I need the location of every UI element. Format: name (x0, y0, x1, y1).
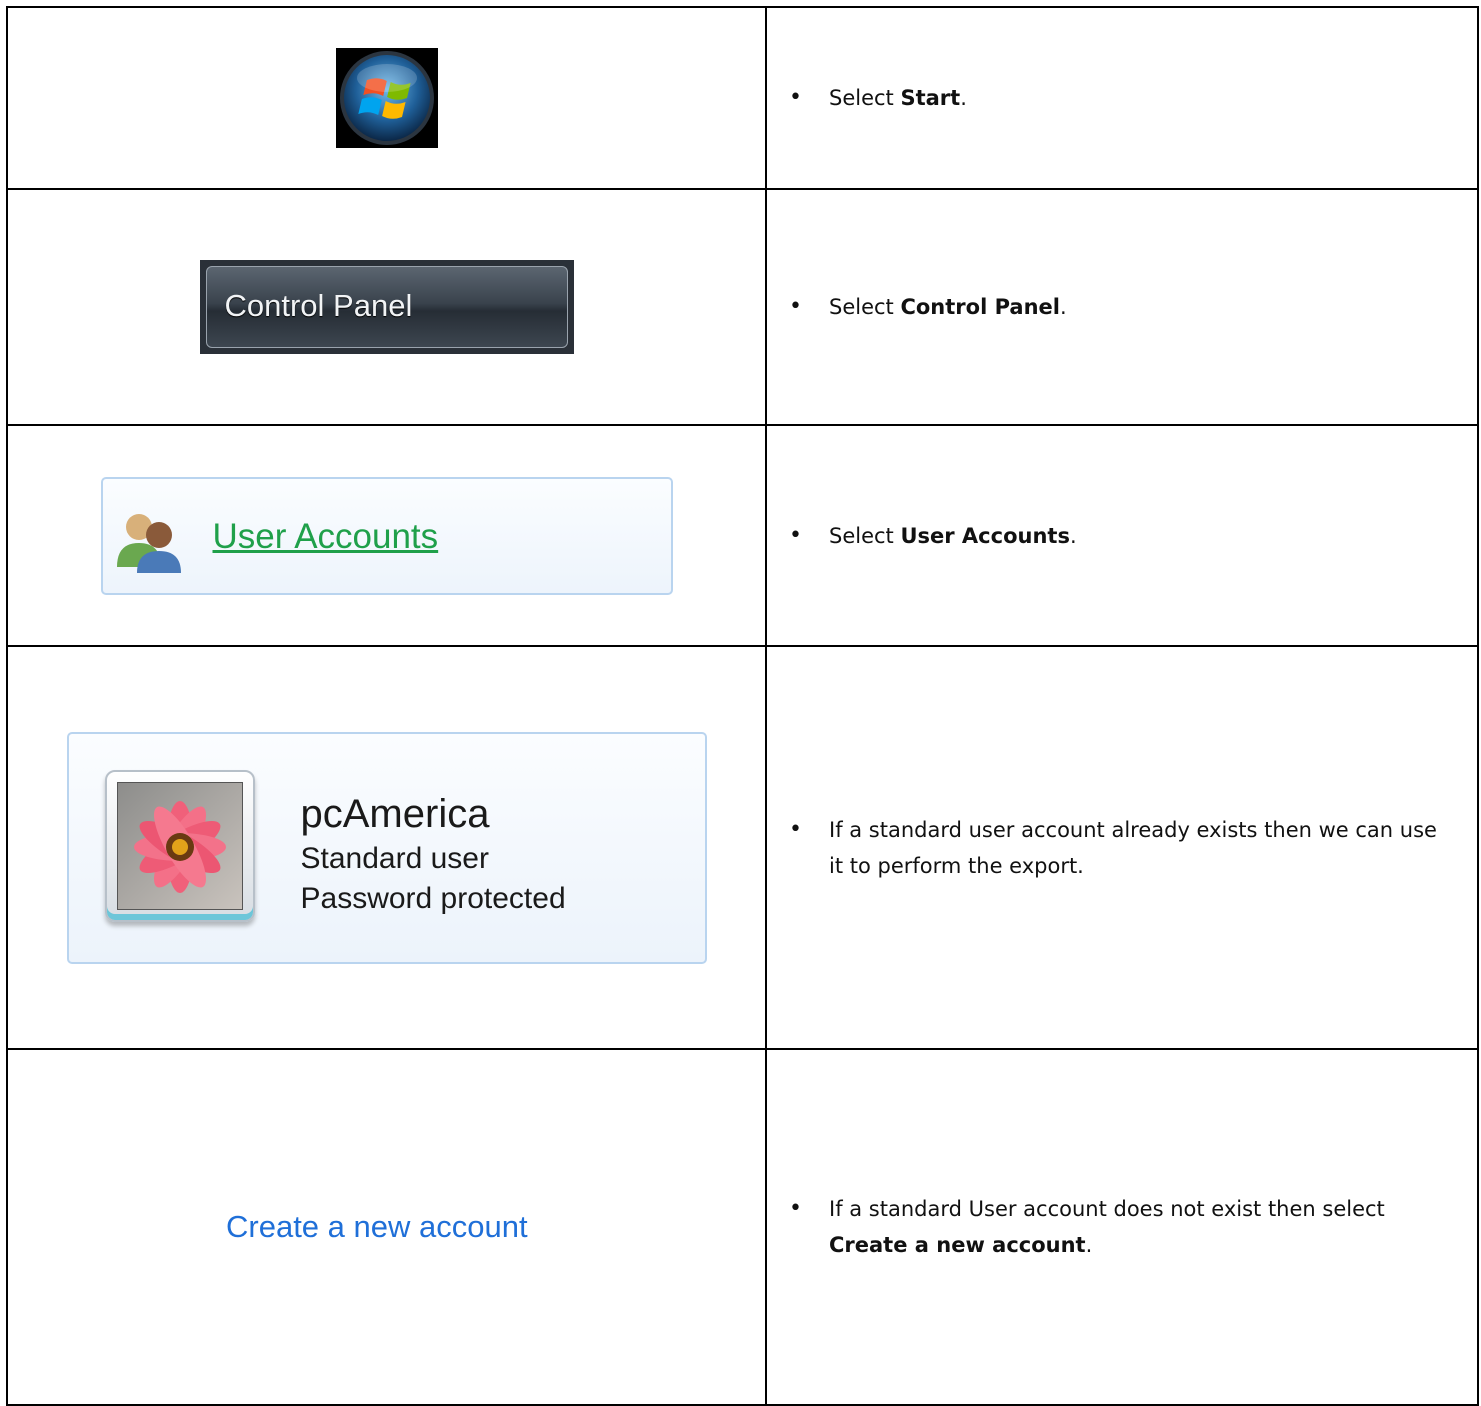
instruction-suffix: . (1059, 295, 1067, 319)
instruction-text: Select (829, 295, 901, 319)
instruction-list: • If a standard user account already exi… (767, 812, 1477, 884)
windows-start-orb-icon (339, 51, 434, 145)
account-type: Standard user (300, 841, 489, 875)
account-tile[interactable]: pcAmerica Standard user Password protect… (66, 731, 707, 964)
instruction-list: • Select Control Panel. (767, 289, 1477, 325)
image-cell: Control Panel (6, 188, 767, 426)
table-row: • Select Start. (6, 6, 1479, 190)
instruction-item: • Select Control Panel. (789, 289, 1447, 325)
bullet: • (789, 816, 802, 842)
image-cell (6, 6, 767, 190)
instruction-text: Select (829, 523, 901, 548)
instruction-bold: Create a new account (829, 1233, 1086, 1257)
create-new-account-link[interactable]: Create a new account (226, 1209, 528, 1245)
table-row: User Accounts • Select User Accounts. (6, 424, 1479, 647)
instruction-cell: • Select Control Panel. (765, 188, 1479, 426)
instruction-item: • If a standard user account already exi… (789, 812, 1447, 884)
bullet: • (789, 1196, 802, 1221)
user-accounts-icon (116, 513, 181, 573)
table-row: pcAmerica Standard user Password protect… (6, 645, 1479, 1050)
start-button[interactable] (335, 48, 438, 148)
control-panel-label: Control Panel (205, 266, 568, 348)
user-accounts-link[interactable]: User Accounts (213, 517, 439, 557)
user-accounts-tile[interactable]: User Accounts (100, 476, 673, 595)
bullet: • (789, 294, 802, 319)
account-status: Password protected (300, 881, 566, 915)
table-row: Control Panel • Select Control Panel. (6, 188, 1479, 426)
bullet: • (789, 522, 802, 548)
instruction-suffix: . (960, 86, 967, 110)
instructions-table: • Select Start. Control Panel • Select C… (6, 6, 1479, 1406)
instruction-text: If a standard User account does not exis… (829, 1197, 1385, 1221)
flower-avatar-icon (133, 800, 226, 893)
instruction-item: • If a standard User account does not ex… (789, 1191, 1447, 1263)
instruction-suffix: . (1069, 523, 1077, 548)
account-picture-frame (104, 769, 255, 922)
instruction-bold: Start (900, 86, 961, 110)
instruction-cell: • Select User Accounts. (765, 424, 1479, 647)
instruction-item: • Select User Accounts. (789, 518, 1447, 554)
instruction-list: • Select Start. (767, 80, 1477, 116)
bullet: • (789, 85, 802, 110)
image-cell: pcAmerica Standard user Password protect… (6, 645, 767, 1050)
instruction-list: • Select User Accounts. (767, 518, 1477, 554)
instruction-bold: Control Panel (900, 295, 1060, 319)
image-cell: Create a new account (6, 1048, 767, 1406)
instruction-cell: • Select Start. (765, 6, 1479, 190)
instruction-cell: • If a standard User account does not ex… (765, 1048, 1479, 1406)
table-row: Create a new account • If a standard Use… (6, 1048, 1479, 1406)
account-picture (116, 781, 243, 910)
instruction-text: If a standard user account already exist… (829, 817, 1437, 878)
instruction-item: • Select Start. (789, 80, 1447, 116)
instruction-text: Select (829, 86, 901, 110)
instruction-cell: • If a standard user account already exi… (765, 645, 1479, 1050)
account-name: pcAmerica (300, 791, 490, 836)
instruction-suffix: . (1085, 1233, 1093, 1257)
instruction-list: • If a standard User account does not ex… (767, 1191, 1477, 1263)
instruction-bold: User Accounts (900, 523, 1070, 548)
image-cell: User Accounts (6, 424, 767, 647)
control-panel-button[interactable]: Control Panel (199, 260, 574, 354)
